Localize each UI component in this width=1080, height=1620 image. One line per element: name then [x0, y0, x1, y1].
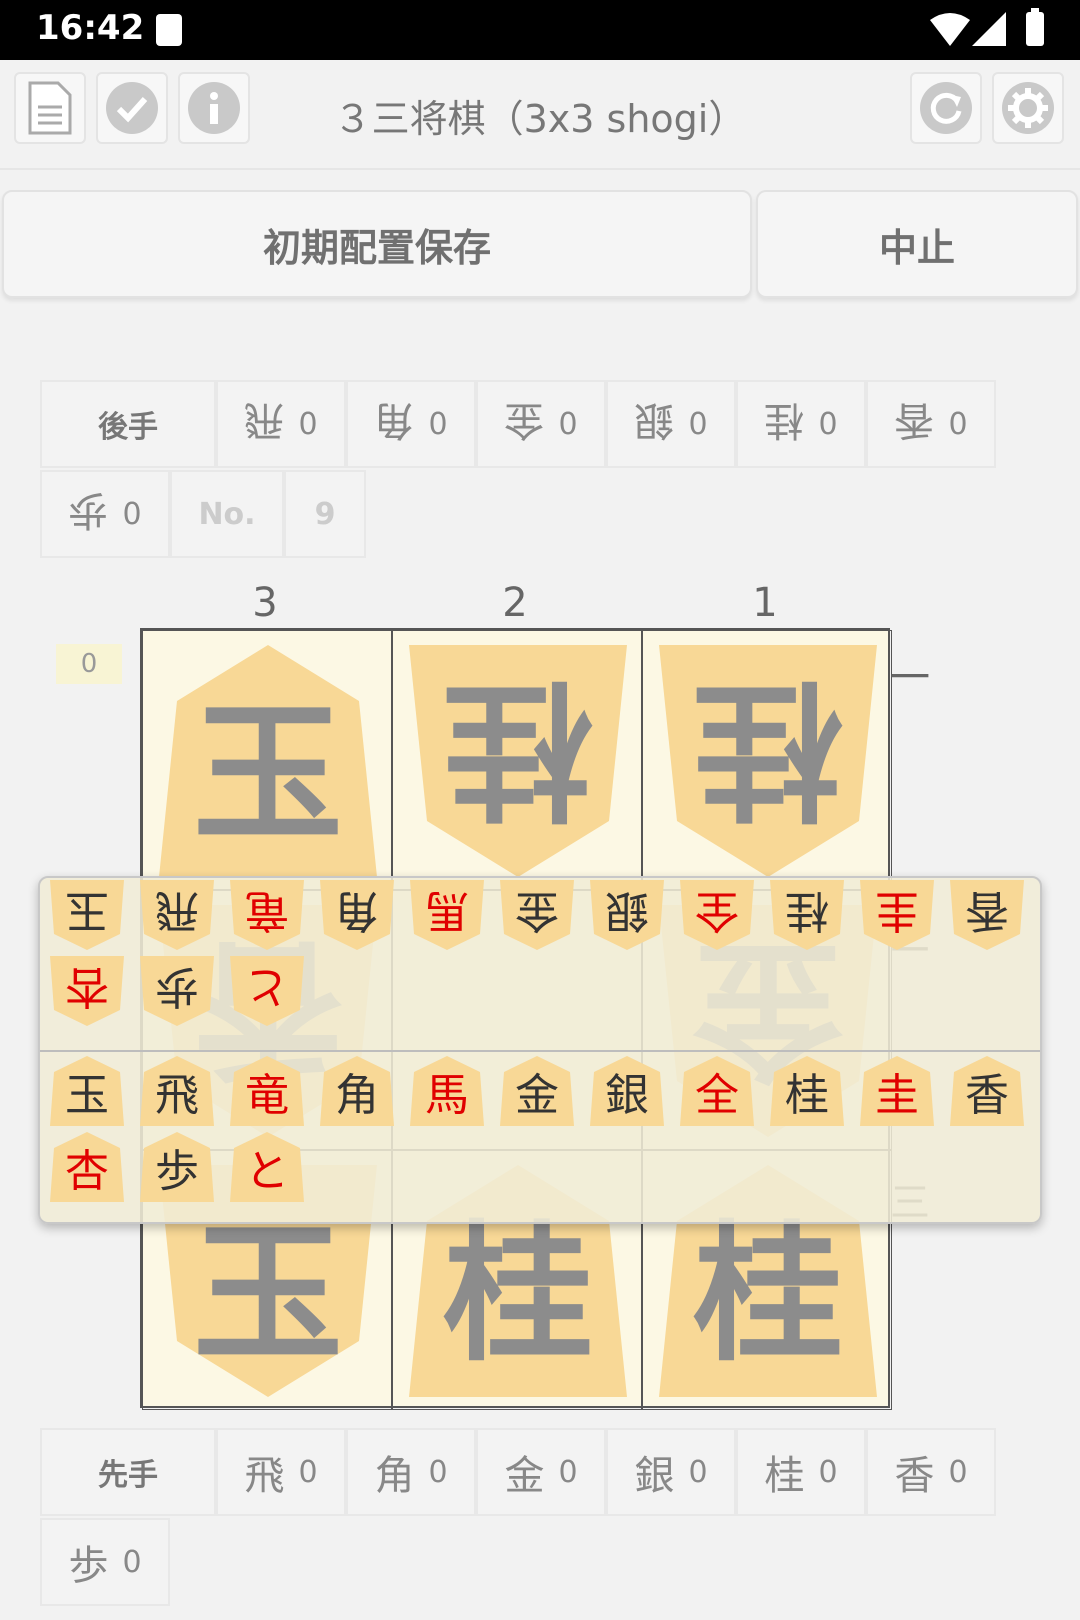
palette-sente-gold[interactable]: 金: [500, 1056, 574, 1126]
app-title: ３三将棋（3x3 shogi）: [333, 97, 747, 141]
square-1-1[interactable]: 桂: [642, 630, 892, 890]
sente-hand: 先手 飛0 角0 金0 銀0 桂0 香0: [40, 1428, 996, 1516]
sente-hand-pawn[interactable]: 歩0: [40, 1518, 170, 1606]
cancel-button[interactable]: 中止: [756, 190, 1078, 298]
palette-sente-bishop[interactable]: 角: [320, 1056, 394, 1126]
reload-button[interactable]: [910, 72, 982, 144]
status-time: 16:42: [36, 8, 145, 48]
palette-sente-horse[interactable]: 馬: [410, 1056, 484, 1126]
sente-hand-row-2: 歩0: [40, 1518, 170, 1606]
gote-hand-silver[interactable]: 銀0: [606, 380, 736, 468]
settings-button[interactable]: [992, 72, 1064, 144]
palette-gote-gold[interactable]: 金: [500, 880, 574, 950]
palette-gote-bishop[interactable]: 角: [320, 880, 394, 950]
check-icon: [106, 82, 158, 134]
gote-hand-knight[interactable]: 桂0: [736, 380, 866, 468]
palette-gote: 玉 飛 竜 角 馬 金 銀 全 桂 圭 香 杏 歩 と: [40, 878, 1040, 1048]
palette-gote-knight[interactable]: 桂: [770, 880, 844, 950]
palette-sente-silver[interactable]: 銀: [590, 1056, 664, 1126]
palette-sente-dragon[interactable]: 竜: [230, 1056, 304, 1126]
gote-hand-gold[interactable]: 金0: [476, 380, 606, 468]
palette-gote-dragon[interactable]: 竜: [230, 880, 304, 950]
palette-gote-rook[interactable]: 飛: [140, 880, 214, 950]
document-button[interactable]: [14, 72, 86, 144]
info-button[interactable]: [178, 72, 250, 144]
palette-gote-silver[interactable]: 銀: [590, 880, 664, 950]
palette-gote-promoted-silver[interactable]: 全: [680, 880, 754, 950]
gote-hand-bishop[interactable]: 角0: [346, 380, 476, 468]
gote-hand-lance[interactable]: 香0: [866, 380, 996, 468]
sd-card-icon: [156, 14, 182, 46]
sente-hand-bishop[interactable]: 角0: [346, 1428, 476, 1516]
info-icon: [188, 82, 240, 134]
palette-sente-rook[interactable]: 飛: [140, 1056, 214, 1126]
gote-label: 後手: [40, 380, 216, 468]
palette-sente: 玉 飛 竜 角 馬 金 銀 全 桂 圭 香 杏 歩 と: [40, 1054, 1040, 1224]
palette-sente-promoted-knight[interactable]: 圭: [860, 1056, 934, 1126]
palette-gote-horse[interactable]: 馬: [410, 880, 484, 950]
gear-icon: [1002, 82, 1054, 134]
palette-gote-promoted-knight[interactable]: 圭: [860, 880, 934, 950]
reload-icon: [920, 82, 972, 134]
palette-gote-king[interactable]: 玉: [50, 880, 124, 950]
gote-hand: 後手 飛0 角0 金0 銀0 桂0 香0: [40, 380, 996, 468]
sente-hand-lance[interactable]: 香0: [866, 1428, 996, 1516]
move-no-value: 9: [284, 470, 366, 558]
palette-sente-king[interactable]: 玉: [50, 1056, 124, 1126]
palette-sente-promoted-lance[interactable]: 杏: [50, 1132, 124, 1202]
palette-sente-pawn[interactable]: 歩: [140, 1132, 214, 1202]
status-bar: 16:42: [0, 0, 1080, 60]
row-label-1: 一: [890, 655, 930, 701]
move-counter: 0: [56, 644, 122, 684]
board-piece-knight-gote[interactable]: 桂: [659, 645, 877, 877]
palette-gote-promoted-lance[interactable]: 杏: [50, 956, 124, 1026]
column-label-3: 3: [252, 580, 278, 626]
gote-hand-rook[interactable]: 飛0: [216, 380, 346, 468]
save-initial-position-button[interactable]: 初期配置保存: [2, 190, 752, 298]
palette-gote-pawn[interactable]: 歩: [140, 956, 214, 1026]
sente-hand-gold[interactable]: 金0: [476, 1428, 606, 1516]
sente-hand-knight[interactable]: 桂0: [736, 1428, 866, 1516]
board-piece-king[interactable]: 玉: [159, 645, 377, 877]
sente-hand-silver[interactable]: 銀0: [606, 1428, 736, 1516]
sente-label: 先手: [40, 1428, 216, 1516]
palette-divider: [40, 1050, 1040, 1052]
move-no-label: No.: [170, 470, 284, 558]
palette-sente-knight[interactable]: 桂: [770, 1056, 844, 1126]
gote-hand-pawn[interactable]: 歩0: [40, 470, 170, 558]
battery-icon: [1026, 8, 1044, 46]
check-button[interactable]: [96, 72, 168, 144]
square-3-1[interactable]: 玉: [142, 630, 392, 890]
column-label-2: 2: [502, 580, 528, 626]
palette-gote-tokin[interactable]: と: [230, 956, 304, 1026]
palette-sente-tokin[interactable]: と: [230, 1132, 304, 1202]
palette-gote-lance[interactable]: 香: [950, 880, 1024, 950]
gote-hand-row-2: 歩0 No. 9: [40, 470, 366, 558]
wifi-icon: [930, 13, 970, 46]
piece-palette: 玉 飛 竜 角 馬 金 銀 全 桂 圭 香 杏 歩 と 玉 飛 竜 角 馬 金 …: [38, 876, 1042, 1224]
column-label-1: 1: [752, 580, 778, 626]
board-piece-knight-gote[interactable]: 桂: [409, 645, 627, 877]
palette-sente-promoted-silver[interactable]: 全: [680, 1056, 754, 1126]
toolbar: ３三将棋（3x3 shogi）: [0, 60, 1080, 170]
signal-icon: [972, 12, 1006, 46]
document-icon: [28, 81, 72, 135]
palette-sente-lance[interactable]: 香: [950, 1056, 1024, 1126]
square-2-1[interactable]: 桂: [392, 630, 642, 890]
sente-hand-rook[interactable]: 飛0: [216, 1428, 346, 1516]
